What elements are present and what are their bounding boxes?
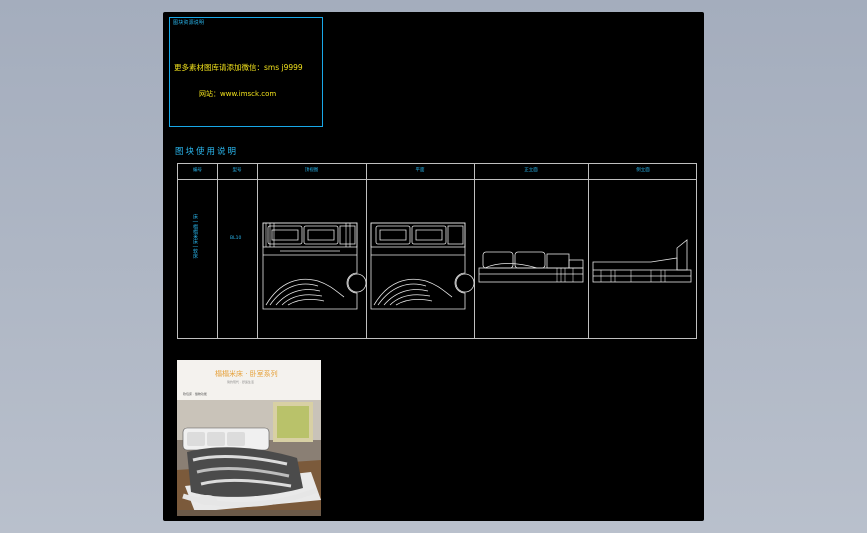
col-header-side-elevation: 侧立面 [636,168,650,173]
bed-front-elevation-drawing[interactable] [477,236,589,286]
table-header-divider [178,179,696,180]
col-header-plan: 平面 [415,168,425,173]
bed-side-elevation-drawing[interactable] [591,230,695,286]
block-table: 编号 型号 顶视图 平面 正立面 侧立面 床 | 榻榻米床 | 软床 BL10 [177,163,697,339]
table-column-divider [217,164,218,338]
info-box: 图块资源说明 更多素材图库请添加微信：sms j9999 网站：www.imsc… [169,17,323,127]
section-title: 图块使用说明 [175,147,239,157]
bed-plan-drawing[interactable] [368,221,476,317]
cad-canvas[interactable]: 图块资源说明 更多素材图库请添加微信：sms j9999 网站：www.imsc… [163,12,704,521]
website-text: 网站：www.imsck.com [199,90,277,98]
col-header-number: 编号 [193,168,202,173]
item-name: 床 | 榻榻米床 | 软床 [192,214,198,259]
col-header-front-elevation: 正立面 [524,168,538,173]
item-model: BL10 [230,236,242,241]
col-header-top-view: 顶视图 [304,168,319,173]
info-box-header: 图块资源说明 [173,20,205,26]
product-photo: 榻榻米床 · 卧室系列 简约现代 · 舒适生活 软包床 · 储物功能 [177,360,321,516]
wechat-contact-text: 更多素材图库请添加微信：sms j9999 [174,63,303,72]
col-header-model: 型号 [232,168,242,173]
table-column-divider [257,164,258,338]
bed-top-view-drawing[interactable] [260,221,368,317]
bedroom-scene-image [177,400,321,516]
